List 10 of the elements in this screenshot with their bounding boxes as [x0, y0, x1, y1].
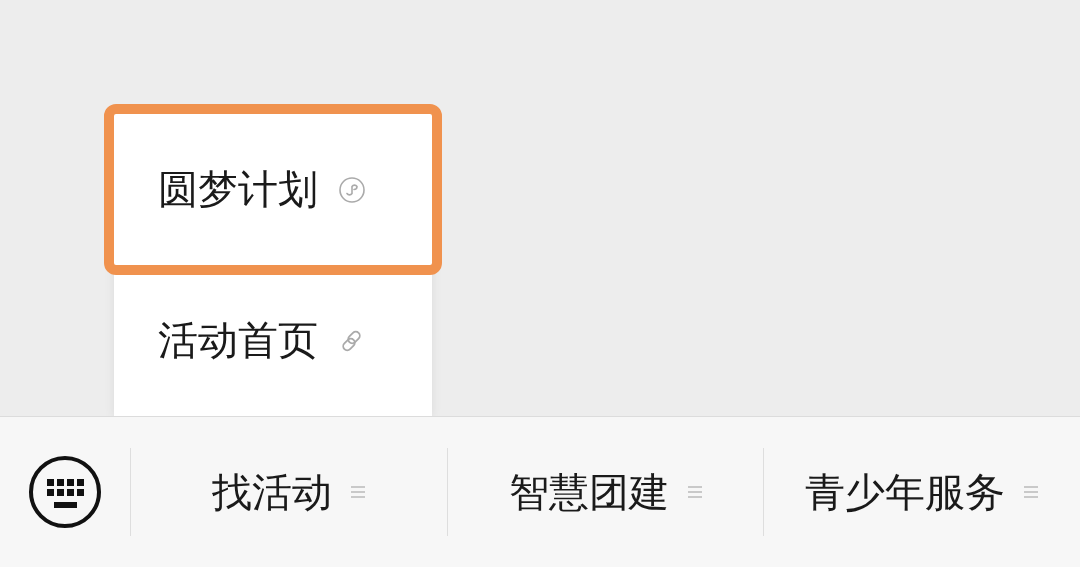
menu-icon — [349, 484, 366, 500]
menu-tab[interactable]: 找活动 — [130, 448, 447, 536]
mini-program-icon — [338, 175, 366, 204]
keyboard-icon[interactable] — [28, 455, 102, 529]
menu-icon — [686, 484, 703, 500]
menu-tab[interactable]: 智慧团建 — [446, 448, 764, 536]
menu-item[interactable]: 圆梦计划 — [114, 114, 432, 265]
menu-tab[interactable]: 青少年服务 — [763, 448, 1080, 536]
menu-icon — [1023, 484, 1040, 500]
menu-item[interactable]: 活动首页 — [114, 265, 432, 416]
